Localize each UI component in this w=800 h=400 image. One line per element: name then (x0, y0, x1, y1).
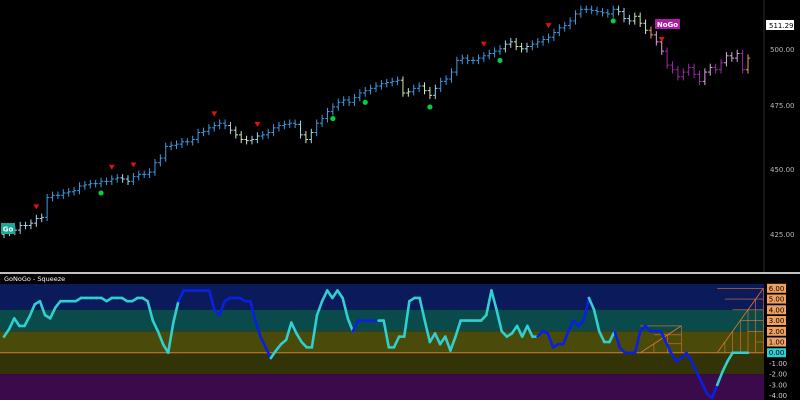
oscillator-value-label: 4.00 (767, 305, 786, 315)
oscillator-band (0, 374, 764, 400)
oscillator-band (0, 331, 764, 353)
last-price-label: 511.29 (769, 22, 794, 30)
oscillator-tick-label: -1.00 (769, 360, 787, 368)
oscillator-value-label: 5.00 (767, 294, 786, 304)
oscillator-tick-label: -2.00 (769, 371, 787, 379)
go-continuation-dot (497, 57, 503, 64)
oscillator-value-label: 0.00 (767, 348, 786, 358)
gonogo-chart: Go NoGo 425.00 450.00 475.00 500.00 511.… (0, 0, 800, 400)
oscillator-tick-label: -3.00 (769, 381, 787, 389)
go-continuation-dot (98, 190, 104, 196)
go-continuation-dot (330, 115, 336, 122)
price-tick-450: 450.00 (770, 166, 795, 174)
oscillator-tick-label: -4.00 (769, 392, 787, 400)
go-badge-label: Go (3, 226, 14, 234)
svg-text:3.00: 3.00 (769, 317, 785, 325)
oscillator-value-label: 1.00 (767, 337, 786, 347)
oscillator-title: GoNoGo - Squeeze (4, 275, 65, 283)
svg-text:6.00: 6.00 (769, 285, 785, 293)
oscillator-bands (0, 284, 764, 400)
svg-text:2.00: 2.00 (769, 328, 785, 336)
nogo-badge: NoGo (655, 19, 680, 29)
go-continuation-dot (362, 99, 368, 105)
go-continuation-dot (427, 104, 433, 110)
oscillator-band (0, 352, 764, 375)
svg-text:1.00: 1.00 (769, 339, 785, 347)
oscillator-panel: 6.00 5.00 4.00 3.00 2.00 1.00 0.00 -1.00 -2.00 -3… (0, 275, 787, 400)
price-tick-425: 425.00 (770, 231, 795, 239)
svg-text:4.00: 4.00 (769, 306, 785, 314)
price-tick-475: 475.00 (770, 102, 795, 110)
svg-text:0.00: 0.00 (769, 349, 785, 357)
svg-text:5.00: 5.00 (769, 296, 785, 304)
oscillator-labels: 6.00 5.00 4.00 3.00 2.00 1.00 0.00 -1.00 -2.00 -3… (767, 283, 787, 400)
go-badge: Go (1, 223, 15, 234)
oscillator-value-label: 2.00 (767, 326, 786, 336)
nogo-badge-label: NoGo (657, 21, 678, 29)
price-tick-500: 500.00 (770, 46, 795, 54)
oscillator-value-label: 6.00 (767, 283, 786, 293)
go-continuation-dot (610, 18, 616, 24)
oscillator-value-label: 3.00 (767, 316, 786, 326)
